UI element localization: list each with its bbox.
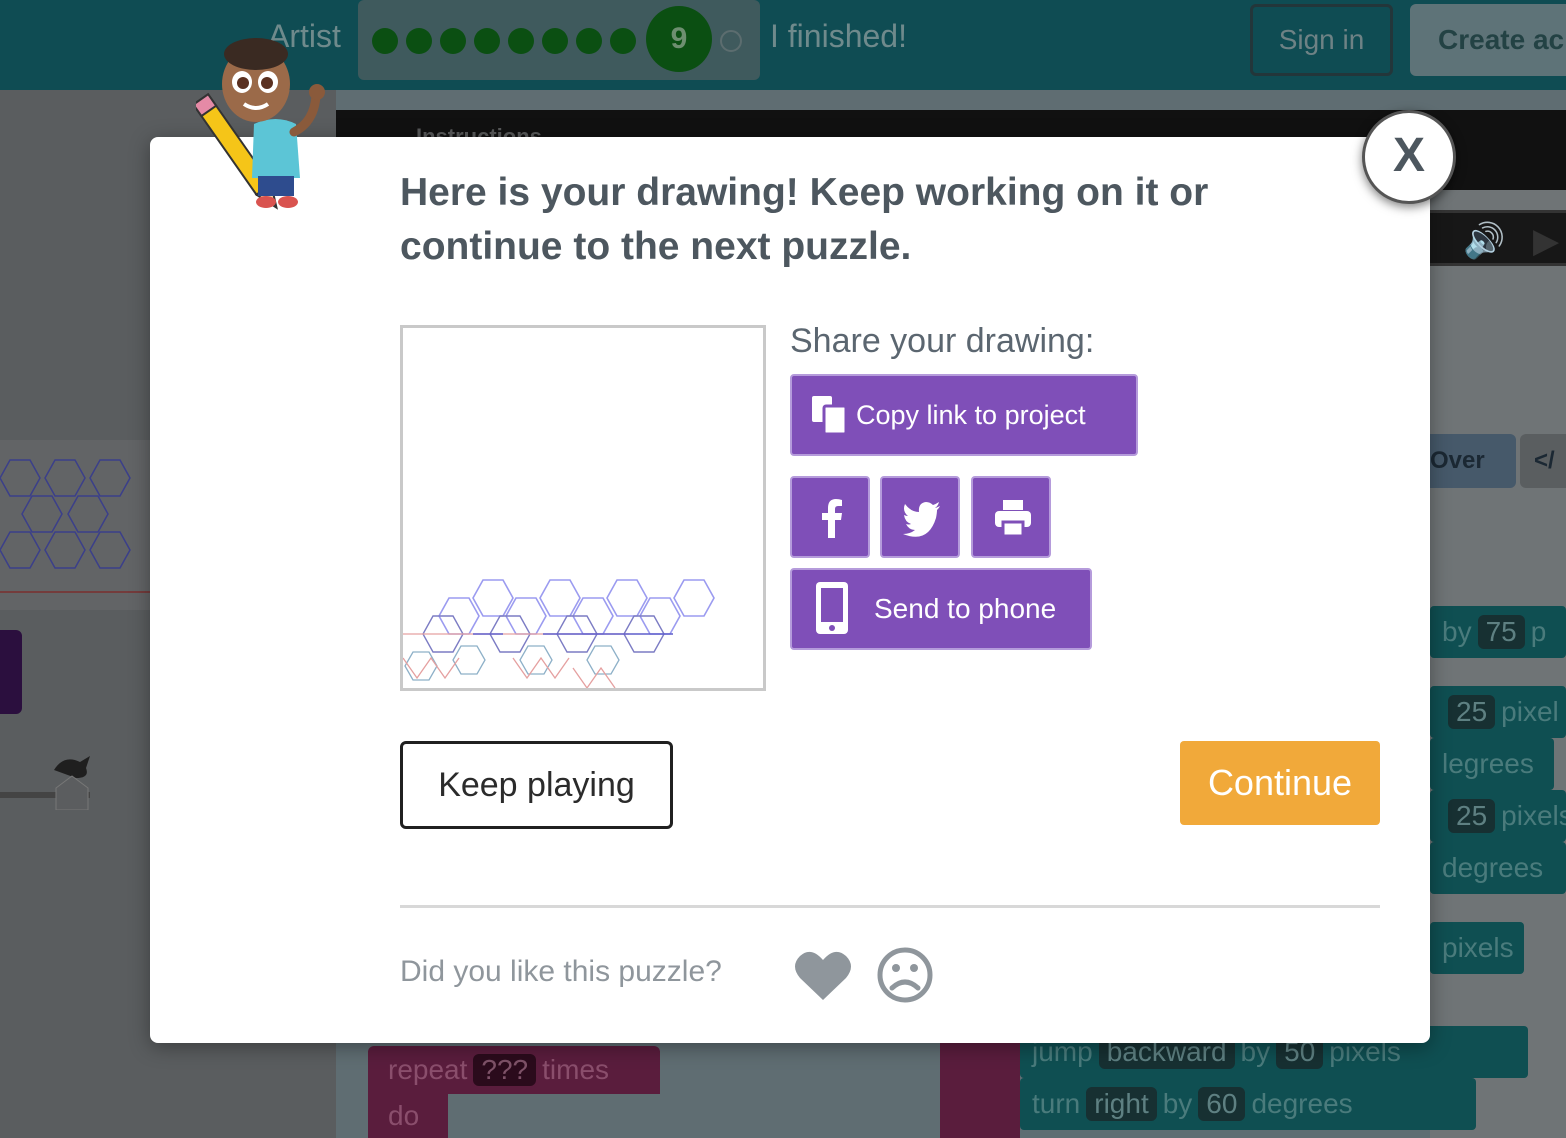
code-block[interactable]: degrees <box>1430 842 1566 894</box>
block-value[interactable]: 25 <box>1448 695 1496 729</box>
keep-playing-button[interactable]: Keep playing <box>400 741 673 829</box>
block-text: pixel <box>1501 696 1559 727</box>
block-text: p <box>1530 616 1547 647</box>
clipboard-icon <box>812 396 848 436</box>
send-to-phone-label: Send to phone <box>874 593 1057 624</box>
create-account-button[interactable]: Create ac <box>1410 4 1566 76</box>
share-twitter-button[interactable] <box>880 476 960 558</box>
dialog-headline: Here is your drawing! Keep working on it… <box>400 171 1209 268</box>
continue-button[interactable]: Continue <box>1180 741 1380 825</box>
finished-link[interactable]: I finished! <box>770 18 907 55</box>
play-icon[interactable]: ▶ <box>1533 221 1559 261</box>
drawing-image <box>402 579 715 690</box>
block-text: by <box>1162 1088 1193 1119</box>
playback-controls: 🔊 ▶ <box>1420 210 1566 266</box>
copy-link-button[interactable]: Copy link to project <box>790 374 1138 456</box>
progress-dot[interactable] <box>372 28 398 54</box>
volume-icon[interactable]: 🔊 <box>1463 221 1505 261</box>
code-workspace <box>1430 190 1566 1138</box>
artist-character-avatar <box>196 38 325 210</box>
block-value[interactable]: 75 <box>1477 615 1525 649</box>
block-text: repeat <box>388 1054 468 1085</box>
repeat-block[interactable]: repeat??? times <box>368 1046 660 1094</box>
drawing-thumbnail <box>400 325 766 691</box>
next-puzzle-dot[interactable] <box>720 30 742 52</box>
share-facebook-button[interactable] <box>790 476 870 558</box>
print-icon <box>995 500 1031 538</box>
sign-in-button[interactable]: Sign in <box>1250 4 1393 76</box>
direction-dropdown[interactable]: right <box>1086 1087 1157 1121</box>
run-button[interactable] <box>0 630 22 714</box>
twitter-icon <box>903 502 940 537</box>
print-button[interactable] <box>971 476 1051 558</box>
code-block[interactable]: by 75 p <box>1430 606 1566 658</box>
current-puzzle-dot[interactable]: 9 <box>646 6 712 72</box>
frown-icon[interactable] <box>876 946 934 1004</box>
copy-link-label: Copy link to project <box>856 400 1086 430</box>
progress-dot[interactable] <box>610 28 636 54</box>
stage-drawing <box>0 459 160 593</box>
code-block[interactable]: 25 pixel <box>1430 686 1566 738</box>
block-text: by <box>1442 616 1472 647</box>
turtle-icon <box>54 756 90 810</box>
progress-dot[interactable] <box>576 28 602 54</box>
turn-block[interactable]: turn right by 60 degrees <box>1020 1078 1476 1130</box>
block-text: pixels <box>1442 932 1514 963</box>
progress-dot[interactable] <box>542 28 568 54</box>
share-label: Share your drawing: <box>790 322 1095 360</box>
start-over-button[interactable]: Over <box>1420 434 1516 488</box>
progress-dot[interactable] <box>406 28 432 54</box>
close-button[interactable]: X <box>1362 110 1456 204</box>
facebook-icon <box>822 499 842 538</box>
repeat-do-label: do <box>368 1094 448 1138</box>
block-text: degrees <box>1442 852 1544 883</box>
dialog-divider <box>400 905 1380 908</box>
block-text: pixels <box>1501 800 1566 831</box>
block-text: turn <box>1032 1088 1081 1119</box>
puzzle-progress: 9 <box>358 0 760 80</box>
code-block[interactable]: legrees <box>1430 738 1554 790</box>
show-code-button[interactable]: </ <box>1520 434 1566 488</box>
block-text: legrees <box>1442 748 1534 779</box>
mobile-phone-icon <box>816 582 848 634</box>
feedback-question: Did you like this puzzle? <box>400 955 722 988</box>
code-block[interactable]: 25 pixels <box>1430 790 1566 842</box>
block-text: times <box>542 1054 610 1085</box>
send-to-phone-button[interactable]: Send to phone <box>790 568 1092 650</box>
repeat-count[interactable]: ??? <box>473 1054 537 1086</box>
heart-icon[interactable] <box>794 948 852 1002</box>
artist-stage <box>0 440 160 610</box>
block-value[interactable]: 60 <box>1198 1087 1246 1121</box>
progress-dot[interactable] <box>474 28 500 54</box>
code-block-container <box>940 1040 1020 1138</box>
block-text: degrees <box>1251 1088 1353 1119</box>
code-block[interactable]: pixels <box>1430 922 1524 974</box>
block-value[interactable]: 25 <box>1448 799 1496 833</box>
progress-dot[interactable] <box>508 28 534 54</box>
progress-dot[interactable] <box>440 28 466 54</box>
